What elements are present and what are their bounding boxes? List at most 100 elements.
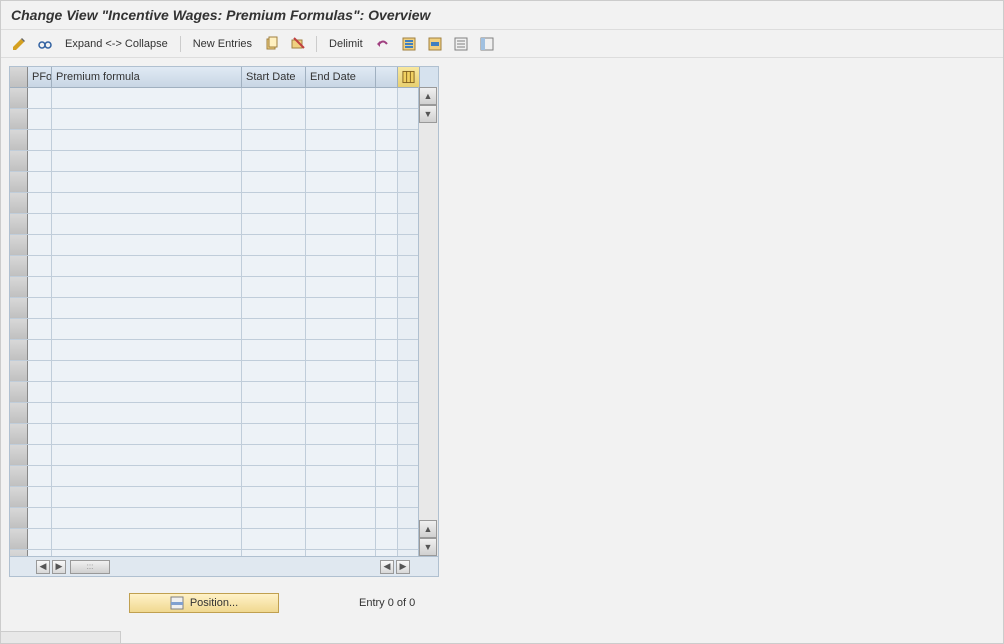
cell-formula[interactable] [52,466,242,486]
cell-pfo[interactable] [28,109,52,129]
position-button[interactable]: Position... [129,593,279,613]
table-row[interactable] [10,130,438,151]
cell-formula[interactable] [52,214,242,234]
cell-start-date[interactable] [242,109,306,129]
cell-start-date[interactable] [242,403,306,423]
cell-formula[interactable] [52,193,242,213]
cell-start-date[interactable] [242,88,306,108]
cell-formula[interactable] [52,487,242,507]
cell-start-date[interactable] [242,172,306,192]
cell-pfo[interactable] [28,361,52,381]
cell-pfo[interactable] [28,445,52,465]
cell-start-date[interactable] [242,550,306,556]
cell-end-date[interactable] [306,319,376,339]
scroll-last-button[interactable]: ▶ [396,560,410,574]
row-selector[interactable] [10,214,28,234]
row-selector[interactable] [10,529,28,549]
cell-start-date[interactable] [242,298,306,318]
row-selector[interactable] [10,235,28,255]
column-header-end-date[interactable]: End Date [306,67,376,87]
cell-end-date[interactable] [306,424,376,444]
column-config-button[interactable] [398,67,420,87]
cell-start-date[interactable] [242,382,306,402]
cell-pfo[interactable] [28,151,52,171]
copy-button[interactable] [262,34,282,54]
cell-formula[interactable] [52,319,242,339]
cell-start-date[interactable] [242,424,306,444]
table-row[interactable] [10,340,438,361]
cell-formula[interactable] [52,256,242,276]
cell-start-date[interactable] [242,235,306,255]
cell-formula[interactable] [52,130,242,150]
row-selector[interactable] [10,487,28,507]
cell-pfo[interactable] [28,403,52,423]
cell-pfo[interactable] [28,235,52,255]
cell-end-date[interactable] [306,382,376,402]
scroll-up-page-button[interactable]: ▲ [419,520,437,538]
cell-start-date[interactable] [242,361,306,381]
column-header-pfo[interactable]: PFo [28,67,52,87]
select-all-header[interactable] [10,67,28,87]
cell-pfo[interactable] [28,466,52,486]
cell-formula[interactable] [52,403,242,423]
cell-end-date[interactable] [306,445,376,465]
cell-start-date[interactable] [242,529,306,549]
row-selector[interactable] [10,424,28,444]
cell-end-date[interactable] [306,193,376,213]
cell-formula[interactable] [52,109,242,129]
row-selector[interactable] [10,319,28,339]
cell-pfo[interactable] [28,340,52,360]
cell-formula[interactable] [52,550,242,556]
cell-pfo[interactable] [28,256,52,276]
row-selector[interactable] [10,256,28,276]
undo-button[interactable] [373,34,393,54]
cell-formula[interactable] [52,172,242,192]
cell-end-date[interactable] [306,130,376,150]
scroll-thumb[interactable]: ::: [70,560,110,574]
cell-pfo[interactable] [28,319,52,339]
row-selector[interactable] [10,361,28,381]
toggle-edit-button[interactable] [9,34,29,54]
cell-pfo[interactable] [28,508,52,528]
scroll-left-button[interactable]: ▶ [52,560,66,574]
column-header-formula[interactable]: Premium formula [52,67,242,87]
table-row[interactable] [10,277,438,298]
new-entries-button[interactable]: New Entries [189,38,256,50]
cell-end-date[interactable] [306,487,376,507]
cell-end-date[interactable] [306,340,376,360]
vertical-scrollbar[interactable]: ▲ ▼ ▲ ▼ [418,87,438,556]
scroll-first-button[interactable]: ◀ [36,560,50,574]
cell-start-date[interactable] [242,508,306,528]
cell-end-date[interactable] [306,172,376,192]
table-row[interactable] [10,361,438,382]
row-selector[interactable] [10,277,28,297]
cell-pfo[interactable] [28,487,52,507]
cell-start-date[interactable] [242,466,306,486]
cell-end-date[interactable] [306,109,376,129]
table-row[interactable] [10,88,438,109]
cell-formula[interactable] [52,361,242,381]
cell-pfo[interactable] [28,172,52,192]
row-selector[interactable] [10,298,28,318]
cell-start-date[interactable] [242,319,306,339]
cell-start-date[interactable] [242,340,306,360]
delete-button[interactable] [288,34,308,54]
row-selector[interactable] [10,193,28,213]
details-button[interactable] [35,34,55,54]
cell-end-date[interactable] [306,235,376,255]
table-row[interactable] [10,487,438,508]
table-row[interactable] [10,382,438,403]
table-row[interactable] [10,508,438,529]
table-row[interactable] [10,235,438,256]
delimit-button[interactable]: Delimit [325,38,367,50]
row-selector[interactable] [10,109,28,129]
table-row[interactable] [10,319,438,340]
cell-pfo[interactable] [28,193,52,213]
cell-formula[interactable] [52,340,242,360]
table-row[interactable] [10,256,438,277]
scroll-up-button[interactable]: ▲ [419,87,437,105]
cell-start-date[interactable] [242,487,306,507]
cell-end-date[interactable] [306,88,376,108]
cell-pfo[interactable] [28,382,52,402]
row-selector[interactable] [10,88,28,108]
